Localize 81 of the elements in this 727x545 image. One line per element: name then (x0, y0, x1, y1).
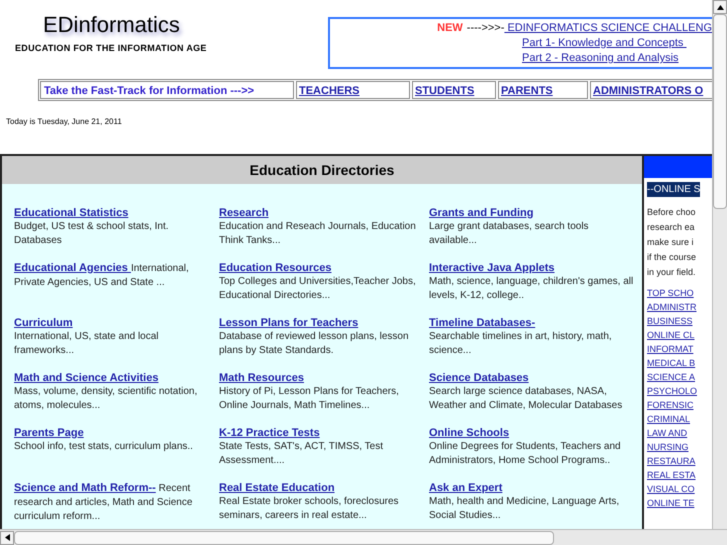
nav-link[interactable]: STUDENTS (412, 81, 496, 99)
directory-link[interactable]: Research (219, 206, 269, 220)
scroll-thumb[interactable] (14, 530, 554, 544)
directory-description: State Tests, SAT's, ACT, TIMSS, Test Assessment.... (219, 440, 384, 468)
panel-intro-text: make sure i (647, 236, 694, 249)
directory-description: Online Degrees for Students, Teachers and Administrators, Home School Programs.. (429, 440, 622, 468)
panel-link[interactable]: LAW AND (647, 426, 688, 440)
date-text: Today is Tuesday, June 21, 2011 (6, 116, 123, 128)
panel-intro-text: research ea (647, 221, 695, 234)
directory-description: School info, test stats, curriculum plans.. (14, 440, 193, 454)
directory-link[interactable]: Educational Statistics (14, 206, 128, 220)
challenge-part-link[interactable]: Part 2 - Reasoning and Analysis (522, 51, 706, 66)
left-arrow-icon (4, 534, 10, 541)
scroll-up-button[interactable] (713, 0, 727, 14)
nav-link[interactable]: ADMINISTRATORS O (590, 81, 712, 99)
panel-link[interactable]: BUSINESS (647, 314, 693, 328)
directory-description: Educational Agencies International, Private Agencies, US and State ... (14, 261, 190, 290)
site-logo[interactable]: EDinformatics (43, 11, 180, 39)
directory-link[interactable]: Grants and Funding (429, 206, 534, 220)
directory-description: Budget, US test & school stats, Int. Databases (14, 220, 170, 248)
directory-link[interactable]: Curriculum (14, 316, 73, 330)
directory-link[interactable]: Science Databases (429, 371, 529, 385)
panel-link[interactable]: MEDICAL B (647, 356, 696, 370)
directory-description: History of Pi, Lesson Plans for Teachers, Online Journals, Math Timelines... (219, 385, 400, 413)
panel-link[interactable]: INFORMAT (647, 342, 694, 356)
nav-link[interactable]: PARENTS (498, 81, 588, 99)
panel-intro-text: Before choo (647, 206, 696, 219)
directory-description: Large grant databases, search tools available... (429, 220, 590, 248)
directory-description: International, US, state and local frameworks... (14, 330, 160, 358)
scroll-left-button[interactable] (0, 530, 14, 544)
directory-link[interactable]: Math Resources (219, 371, 304, 385)
directory-link[interactable]: Lesson Plans for Teachers (219, 316, 358, 330)
directory-link[interactable]: Ask an Expert (429, 481, 502, 495)
panel-link[interactable]: TOP SCHO (647, 286, 694, 300)
panel-intro-text: if the course (647, 251, 696, 264)
directory-link[interactable]: Education Resources (219, 261, 332, 275)
panel-banner: --ONLINE S (647, 182, 700, 197)
panel-link[interactable]: PSYCHOLO (647, 384, 698, 398)
panel-link[interactable]: REAL ESTA (647, 468, 696, 482)
tagline: EDUCATION FOR THE INFORMATION AGE (15, 42, 207, 55)
directory-description: Search large science databases, NASA, Weather and Climate, Molecular Databases (429, 385, 624, 413)
directory-description: Math, health and Medicine, Language Arts, Social Studies... (429, 495, 620, 523)
directory-link[interactable]: Interactive Java Applets (429, 261, 555, 275)
directory-link[interactable]: K-12 Practice Tests (219, 426, 320, 440)
panel-link[interactable]: ADMINISTR (647, 300, 696, 314)
panel-header (644, 156, 712, 178)
panel-link[interactable]: VISUAL CO (647, 482, 695, 496)
directory-description: Real Estate broker schools, foreclosures seminars, careers in real estate... (219, 495, 400, 523)
up-arrow-icon (716, 4, 724, 10)
directory-link[interactable]: Parents Page (14, 426, 84, 440)
directory-description: Math, science, language, children's games, all levels, K-12, college.. (429, 275, 634, 303)
panel-link[interactable]: ONLINE CL (647, 328, 695, 342)
panel-link[interactable]: ONLINE TE (647, 496, 694, 510)
directory-link[interactable]: Educational Agencies (14, 262, 131, 274)
nav-link[interactable]: TEACHERS (296, 81, 410, 99)
panel-intro-text: in your field. (647, 266, 696, 279)
arrow-text: ---->>>- (466, 21, 504, 36)
directories-header: Education Directories (2, 156, 642, 184)
panel-link[interactable]: FORENSIC (647, 398, 694, 412)
fast-track-label: Take the Fast-Track for Information --->> (40, 81, 294, 99)
directory-link[interactable]: Real Estate Education (219, 481, 335, 495)
directory-description: Science and Math Reform-- Recent research and articles, Math and Science curriculum reform... (14, 481, 194, 524)
vertical-scrollbar[interactable] (712, 0, 727, 529)
directory-description: Database of reviewed lesson plans, lesson plans by State Standards. (219, 330, 410, 358)
directory-link[interactable]: Science and Math Reform-- (14, 482, 156, 494)
scroll-thumb[interactable] (713, 14, 727, 209)
horizontal-scrollbar[interactable] (0, 529, 727, 545)
panel-link[interactable]: SCIENCE A (647, 370, 696, 384)
directory-description: Education and Reseach Journals, Education Think Tanks... (219, 220, 417, 248)
directory-link[interactable]: Online Schools (429, 426, 510, 440)
directory-description: Top Colleges and Universities,Teacher Jobs, Educational Directories... (219, 275, 417, 303)
new-label: NEW (437, 21, 463, 36)
directory-description: Mass, volume, density, scientific notation, atoms, molecules... (14, 385, 198, 413)
panel-link[interactable]: CRIMINAL (647, 412, 690, 426)
directory-description: Searchable timelines in art, history, math, science... (429, 330, 613, 358)
directory-link[interactable]: Timeline Databases- (429, 316, 536, 330)
challenge-part-link[interactable]: Part 1- Knowledge and Concepts (522, 36, 706, 51)
challenge-link[interactable]: EDINFORMATICS SCIENCE CHALLENG (504, 21, 712, 36)
panel-link[interactable]: NURSING (647, 440, 689, 454)
directory-link[interactable]: Math and Science Activities (14, 371, 158, 385)
panel-link[interactable]: RESTAURA (647, 454, 696, 468)
